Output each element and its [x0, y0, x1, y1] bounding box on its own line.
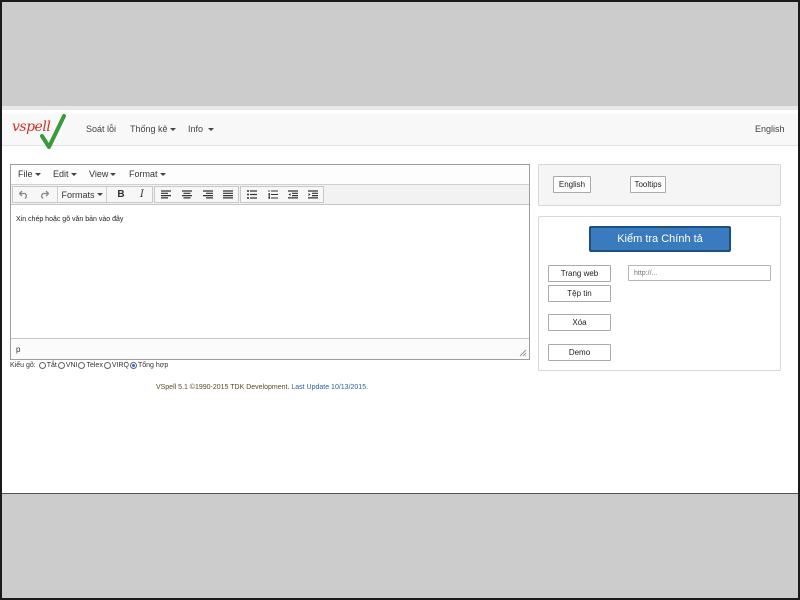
caret-down-icon: [169, 128, 176, 132]
menu-view-label: View: [89, 169, 109, 179]
radio-off-label: Tắt: [46, 362, 57, 369]
editor-statusbar: p: [11, 338, 529, 359]
align-justify-button[interactable]: [218, 187, 238, 202]
toolbar-group-lists: [240, 186, 324, 203]
nav-info[interactable]: Info: [188, 124, 214, 134]
last-update-text: Last Update 10/13/2015.: [291, 384, 369, 391]
caret-down-icon: [70, 173, 77, 177]
toolbar-group-history-format: Formats B I: [12, 186, 153, 203]
actions-panel: Kiểm tra Chính tả Trang web http://... T…: [538, 216, 781, 371]
align-right-button[interactable]: [198, 187, 218, 202]
rich-text-editor: File Edit View Format Formats B I Xin ch…: [10, 164, 530, 360]
redo-button[interactable]: [34, 187, 54, 202]
align-left-button[interactable]: [156, 187, 176, 202]
menu-file-label: File: [18, 169, 33, 179]
radio-telex-label: Telex: [86, 362, 103, 369]
copyright-text: VSpell 5.1 ©1990-2015 TDK Development.: [155, 384, 290, 391]
editor-content-area[interactable]: Xin chép hoặc gõ văn bản vào đây: [11, 206, 529, 337]
english-button[interactable]: English: [553, 176, 591, 193]
file-button[interactable]: Tệp tin: [548, 285, 611, 302]
align-left-icon: [161, 190, 171, 199]
indent-icon: [308, 190, 318, 199]
formats-dropdown[interactable]: Formats: [57, 187, 107, 202]
menu-format-label: Format: [129, 169, 158, 179]
menu-view[interactable]: View: [89, 169, 117, 179]
page: vspell Soát lỗi Thống kê Info English Fi…: [2, 106, 798, 494]
toolbar-group-align: [154, 186, 239, 203]
outdent-icon: [288, 190, 298, 199]
vspell-logo[interactable]: vspell: [12, 114, 72, 152]
numbered-list-icon: [268, 190, 278, 199]
footer: VSpell 5.1 ©1990-2015 TDK Development. L…: [2, 384, 522, 391]
editor-toolbar: Formats B I: [11, 185, 529, 205]
resize-handle-icon[interactable]: [519, 349, 527, 357]
undo-icon: [19, 190, 27, 199]
checkmark-icon: [40, 114, 66, 149]
caret-down-icon: [96, 193, 103, 196]
radio-off[interactable]: [38, 362, 46, 369]
nav-info-label: Info: [188, 124, 204, 134]
radio-vni[interactable]: [57, 362, 65, 369]
nav-language[interactable]: English: [755, 124, 785, 134]
align-center-icon: [182, 190, 192, 199]
caret-down-icon: [207, 128, 214, 132]
outdent-button[interactable]: [283, 187, 303, 202]
bold-button[interactable]: B: [111, 187, 131, 202]
radio-virq-label: VIRQ: [111, 362, 129, 369]
menu-edit[interactable]: Edit: [53, 169, 77, 179]
caret-down-icon: [159, 173, 166, 177]
webpage-button[interactable]: Trang web: [548, 265, 611, 282]
editor-placeholder-text: Xin chép hoặc gõ văn bản vào đây: [16, 216, 124, 223]
input-method-selector: Kiểu gõ: Tắt VNI Telex VIRQ Tổng hợp: [10, 362, 168, 369]
delete-button[interactable]: Xóa: [548, 314, 611, 331]
radio-combined[interactable]: [129, 362, 137, 369]
radio-vni-label: VNI: [65, 362, 78, 369]
caret-down-icon: [34, 173, 41, 177]
input-method-label: Kiểu gõ:: [10, 362, 36, 369]
redo-icon: [41, 190, 49, 199]
nav-statistics[interactable]: Thống kê: [130, 124, 176, 134]
demo-button[interactable]: Demo: [548, 344, 611, 361]
nav-spellcheck[interactable]: Soát lỗi: [86, 124, 116, 134]
menu-edit-label: Edit: [53, 169, 69, 179]
undo-button[interactable]: [14, 187, 34, 202]
numbered-list-button[interactable]: [263, 187, 283, 202]
radio-telex[interactable]: [78, 362, 86, 369]
align-center-button[interactable]: [177, 187, 197, 202]
bullet-list-icon: [247, 190, 257, 199]
radio-combined-label: Tổng hợp: [137, 362, 169, 369]
align-right-icon: [203, 190, 213, 199]
radio-virq[interactable]: [103, 362, 111, 369]
indent-button[interactable]: [303, 187, 323, 202]
caret-down-icon: [110, 173, 117, 177]
url-input[interactable]: http://...: [628, 265, 771, 281]
editor-menubar: File Edit View Format: [11, 165, 529, 185]
formats-label: Formats: [61, 189, 95, 200]
bullet-list-button[interactable]: [242, 187, 262, 202]
nav-statistics-label: Thống kê: [130, 124, 168, 134]
italic-button[interactable]: I: [132, 187, 152, 202]
tooltips-button[interactable]: Tooltips: [630, 176, 666, 193]
menu-format[interactable]: Format: [129, 169, 166, 179]
check-spelling-button[interactable]: Kiểm tra Chính tả: [589, 226, 731, 252]
navbar: vspell Soát lỗi Thống kê Info English: [2, 114, 798, 149]
options-panel: English Tooltips: [538, 164, 781, 206]
align-justify-icon: [223, 190, 233, 199]
element-path[interactable]: p: [16, 345, 20, 354]
menu-file[interactable]: File: [18, 169, 41, 179]
